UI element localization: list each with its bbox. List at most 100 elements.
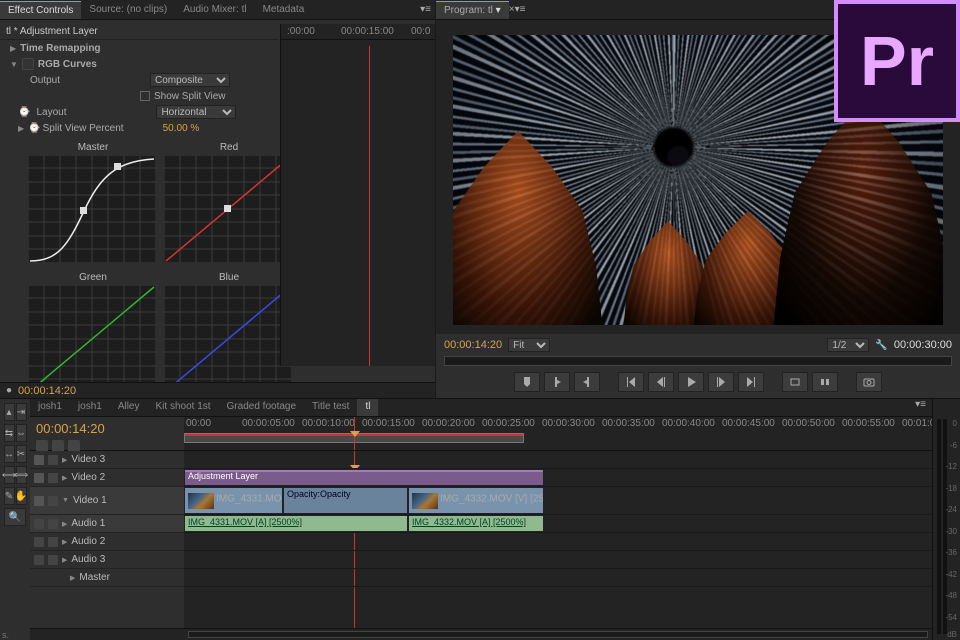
sequence-tabs: josh1 josh1 Alley Kit shoot 1st Graded f… [30, 399, 932, 417]
curve-blue[interactable] [164, 285, 292, 382]
selection-tool[interactable]: ▴ [4, 403, 15, 421]
export-frame-button[interactable] [856, 372, 882, 392]
razor-tool[interactable]: ✂ [16, 445, 27, 463]
clip-audio-2[interactable]: IMG_4332.MOV [A] [2500%] [408, 515, 544, 532]
track-master[interactable] [184, 569, 932, 587]
eye-icon[interactable] [34, 496, 44, 506]
track-header-v3[interactable]: ▶Video 3 [30, 451, 184, 469]
timeline-playhead[interactable] [354, 417, 355, 450]
go-to-in-button[interactable] [618, 372, 644, 392]
curve-red[interactable] [164, 155, 292, 263]
play-button[interactable] [678, 372, 704, 392]
track-a3[interactable] [184, 551, 932, 569]
layout-select[interactable]: Horizontal [156, 105, 236, 119]
track-header-v2[interactable]: ▶Video 2 [30, 469, 184, 487]
meter-tick: -30 [945, 527, 957, 536]
tab-metadata[interactable]: Metadata [255, 1, 313, 18]
track-header-master[interactable]: ▶Master [30, 569, 184, 587]
timeline-panel: josh1 josh1 Alley Kit shoot 1st Graded f… [30, 399, 932, 640]
program-timecode[interactable]: 00:00:14:20 [444, 339, 502, 351]
effect-controls-playhead-toggle-icon[interactable]: ● [6, 385, 12, 396]
hand-tool[interactable]: ✋ [16, 487, 27, 505]
prop-layout-label: Layout [36, 107, 156, 118]
rate-stretch-tool[interactable]: ↔ [4, 445, 15, 463]
clip-opacity-segment[interactable]: Opacity:Opacity [283, 487, 408, 514]
go-to-out-button[interactable] [738, 372, 764, 392]
effect-controls-timeline[interactable]: :00:00 00:00:15:00 00:0 [280, 24, 435, 366]
speaker-icon[interactable] [34, 555, 44, 565]
sequence-tab[interactable]: josh1 [30, 399, 70, 416]
lock-icon[interactable] [48, 496, 58, 506]
lock-icon[interactable] [48, 555, 58, 565]
timeline-ruler[interactable]: 00:00 00:00:05:00 00:00:10:00 00:00:15:0… [184, 417, 932, 450]
eye-icon[interactable] [34, 473, 44, 483]
step-back-button[interactable] [648, 372, 674, 392]
panel-menu-icon[interactable]: ▾≡ [420, 4, 431, 15]
clip-audio-1[interactable]: IMG_4331.MOV [A] [2500%] [184, 515, 408, 532]
track-a1[interactable]: IMG_4331.MOV [A] [2500%] IMG_4332.MOV [A… [184, 515, 932, 533]
tab-program[interactable]: Program: tl ▾ [436, 1, 509, 19]
pen-tool[interactable]: ✎ [4, 487, 15, 505]
effect-controls-playhead[interactable] [369, 46, 370, 366]
ruler-mark: 00:00:30:00 [542, 418, 595, 429]
mark-in-button[interactable] [544, 372, 570, 392]
meter-tick: -36 [945, 548, 957, 557]
lock-icon[interactable] [48, 537, 58, 547]
clip-video-1[interactable]: IMG_4331.MOV [V] [2500%] [184, 487, 283, 514]
stopwatch-icon[interactable]: ⌚ [18, 107, 30, 118]
rolling-edit-tool[interactable]: ⇔ [16, 424, 27, 442]
clip-adjustment-layer[interactable]: Adjustment Layer [184, 469, 544, 486]
ruler-mark: 00:00:35:00 [602, 418, 655, 429]
track-header-v1[interactable]: ▼Video 1 [30, 487, 184, 515]
sequence-tab[interactable]: Kit shoot 1st [148, 399, 219, 416]
add-marker-button[interactable] [514, 372, 540, 392]
settings-icon[interactable]: 🔧 [875, 340, 887, 351]
panel-menu-icon[interactable]: ▾≡ [515, 4, 526, 15]
sequence-tab[interactable]: tl [357, 399, 378, 416]
ruler-mark: 00:00:05:00 [242, 418, 295, 429]
sequence-tab[interactable]: Graded footage [219, 399, 305, 416]
speaker-icon[interactable] [34, 519, 44, 529]
extract-button[interactable] [812, 372, 838, 392]
fx-badge-icon [22, 58, 34, 70]
resolution-select[interactable]: 1/2 [827, 338, 869, 352]
stopwatch-icon[interactable]: ⌚ [28, 123, 40, 134]
eye-icon[interactable] [34, 455, 44, 465]
effect-controls-timecode[interactable]: 00:00:14:20 [18, 385, 76, 397]
show-split-checkbox[interactable] [140, 91, 150, 101]
slide-tool[interactable]: ⟺ [16, 466, 27, 484]
zoom-tool[interactable]: 🔍 [4, 508, 26, 526]
mark-out-button[interactable] [574, 372, 600, 392]
sequence-tab[interactable]: Title test [304, 399, 357, 416]
track-header-a2[interactable]: ▶Audio 2 [30, 533, 184, 551]
sequence-tab[interactable]: Alley [110, 399, 148, 416]
track-v1[interactable]: IMG_4331.MOV [V] [2500%] Opacity:Opacity… [184, 487, 932, 515]
output-select[interactable]: Composite [150, 73, 230, 87]
track-v2[interactable]: Adjustment Layer [184, 469, 932, 487]
tab-source[interactable]: Source: (no clips) [81, 1, 175, 18]
track-select-tool[interactable]: ⇥ [16, 403, 27, 421]
lift-button[interactable] [782, 372, 808, 392]
lock-icon[interactable] [48, 519, 58, 529]
clip-video-2[interactable]: IMG_4332.MOV [V] [2500%] [408, 487, 544, 514]
tab-audio-mixer[interactable]: Audio Mixer: tl [175, 1, 254, 18]
track-v3[interactable] [184, 451, 932, 469]
speaker-icon[interactable] [34, 537, 44, 547]
lock-icon[interactable] [48, 473, 58, 483]
lock-icon[interactable] [48, 455, 58, 465]
ripple-edit-tool[interactable]: ⇆ [4, 424, 15, 442]
curve-green[interactable] [28, 285, 156, 382]
track-header-a1[interactable]: ▶Audio 1 [30, 515, 184, 533]
timeline-zoom-scroller[interactable] [188, 631, 928, 638]
track-header-a3[interactable]: ▶Audio 3 [30, 551, 184, 569]
track-a2[interactable] [184, 533, 932, 551]
tab-effect-controls[interactable]: Effect Controls [0, 1, 81, 19]
step-forward-button[interactable] [708, 372, 734, 392]
curve-master[interactable] [28, 155, 156, 263]
program-scrub-bar[interactable] [444, 356, 952, 366]
timeline-timecode[interactable]: 00:00:14:20 [36, 421, 178, 436]
sequence-tab[interactable]: josh1 [70, 399, 110, 416]
panel-menu-icon[interactable]: ▾≡ [915, 399, 926, 416]
prop-split-percent-value[interactable]: 50.00 % [163, 123, 200, 134]
zoom-fit-select[interactable]: Fit [508, 338, 550, 352]
